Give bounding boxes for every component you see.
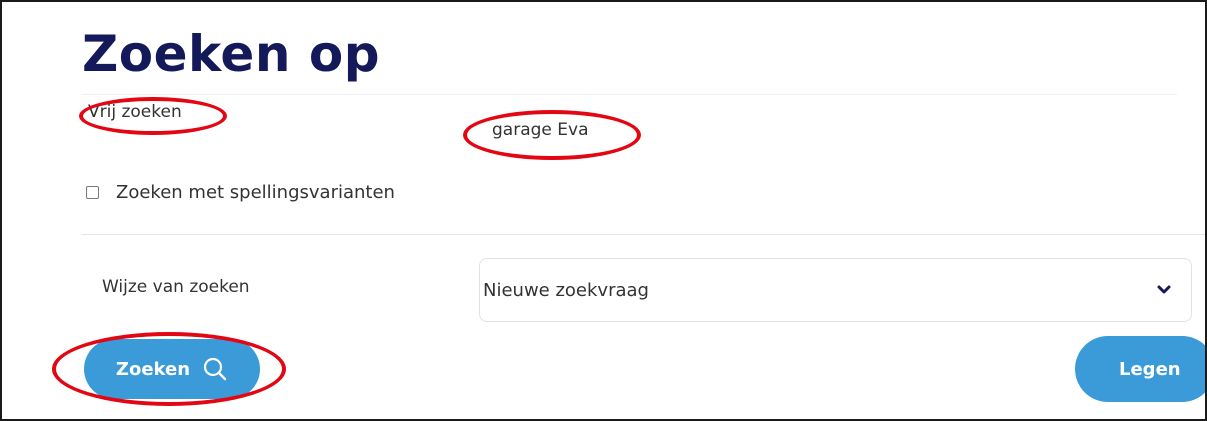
- search-icon: [202, 356, 228, 382]
- spelling-variants-checkbox[interactable]: [86, 186, 99, 199]
- spelling-variants-option[interactable]: Zoeken met spellingsvarianten: [86, 182, 395, 203]
- search-button[interactable]: Zoeken: [84, 339, 260, 399]
- page-title: Zoeken op: [82, 25, 380, 83]
- clear-button[interactable]: Legen: [1075, 336, 1205, 402]
- divider-middle: [82, 234, 1205, 235]
- search-button-label: Zoeken: [115, 358, 191, 380]
- free-search-label: Vrij zoeken: [88, 102, 182, 122]
- divider-top: [82, 94, 1177, 95]
- chevron-down-icon: [1157, 285, 1171, 295]
- free-search-input[interactable]: garage Eva: [492, 119, 589, 141]
- search-mode-select[interactable]: Nieuwe zoekvraag: [479, 258, 1192, 322]
- search-panel: Zoeken op Vrij zoeken garage Eva Zoeken …: [0, 0, 1207, 421]
- search-mode-selected: Nieuwe zoekvraag: [483, 279, 649, 301]
- spelling-variants-label: Zoeken met spellingsvarianten: [116, 182, 395, 203]
- search-mode-label: Wijze van zoeken: [102, 277, 250, 297]
